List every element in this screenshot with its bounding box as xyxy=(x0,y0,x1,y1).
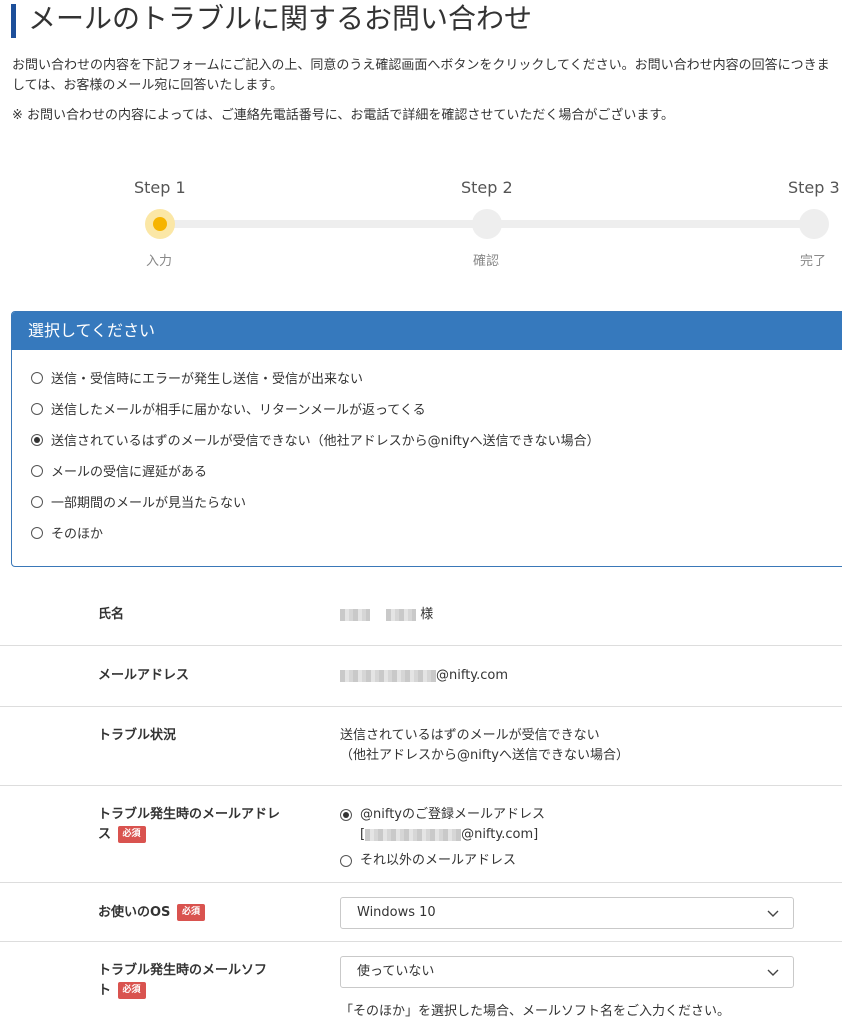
trouble-option[interactable]: そのほか xyxy=(12,517,842,548)
step-3-sub: 完了 xyxy=(800,254,827,269)
email-value: @nifty.com xyxy=(340,666,508,686)
redacted-email-user xyxy=(340,669,436,682)
radio-icon[interactable] xyxy=(31,495,43,508)
redacted-given-name xyxy=(386,608,417,621)
option-label: 送信されているはずのメールが受信できない（他社アドレスから@niftyへ送信でき… xyxy=(51,434,600,449)
radio-icon[interactable] xyxy=(31,464,43,477)
trouble-option-selected[interactable]: 送信されているはずのメールが受信できない（他社アドレスから@niftyへ送信でき… xyxy=(12,424,842,455)
address-option-other[interactable]: それ以外のメールアドレス xyxy=(340,851,545,871)
chevron-down-icon xyxy=(767,910,779,917)
trouble-address-options: @niftyのご登録メールアドレス [@nifty.com] それ以外のメールア… xyxy=(340,805,545,871)
mail-soft-select[interactable]: 使っていない xyxy=(340,956,794,988)
trouble-option[interactable]: 送信したメールが相手に届かない、リターンメールが返ってくる xyxy=(12,393,842,424)
option-label: 送信したメールが相手に届かない、リターンメールが返ってくる xyxy=(51,403,426,418)
trouble-option[interactable]: メールの受信に遅延がある xyxy=(12,455,842,486)
trouble-status-line2: （他社アドレスから@niftyへ送信できない場合） xyxy=(340,748,629,763)
step-1-dot xyxy=(145,209,175,239)
trouble-option[interactable]: 送信・受信時にエラーが発生し送信・受信が出来ない xyxy=(12,362,842,393)
form-row-os: お使いのOS 必須 Windows 10 xyxy=(0,883,842,942)
option-label: メールの受信に遅延がある xyxy=(51,465,208,480)
mail-soft-label: トラブル発生時のメールソフ ト 必須 xyxy=(98,963,268,999)
option-label: 一部期間のメールが見当たらない xyxy=(51,496,247,511)
email-domain: @nifty.com xyxy=(436,668,509,683)
trouble-address-label: トラブル発生時のメールアドレ ス 必須 xyxy=(98,807,281,843)
os-label: お使いのOS 必須 xyxy=(98,903,205,923)
radio-icon[interactable] xyxy=(340,855,352,867)
os-select[interactable]: Windows 10 xyxy=(340,897,794,929)
trouble-option[interactable]: 一部期間のメールが見当たらない xyxy=(12,486,842,517)
address-option-nifty[interactable]: @niftyのご登録メールアドレス xyxy=(340,805,545,825)
step-2-sub: 確認 xyxy=(473,254,500,269)
form-row-trouble-address: トラブル発生時のメールアドレ ス 必須 @niftyのご登録メールアドレス [@… xyxy=(0,786,842,883)
trouble-status-line1: 送信されているはずのメールが受信できない xyxy=(340,728,600,743)
trouble-type-panel: 選択してください 送信・受信時にエラーが発生し送信・受信が出来ない 送信したメー… xyxy=(11,311,842,567)
required-badge: 必須 xyxy=(176,904,205,921)
form-row-email: メールアドレス @nifty.com xyxy=(0,646,842,707)
name-suffix: 様 xyxy=(420,607,434,622)
option-label: 送信・受信時にエラーが発生し送信・受信が出来ない xyxy=(51,372,364,387)
radio-icon[interactable] xyxy=(31,402,43,415)
step-1-label: Step 1 xyxy=(134,178,186,197)
chevron-down-icon xyxy=(767,969,779,976)
name-label: 氏名 xyxy=(98,607,125,622)
radio-selected-icon[interactable] xyxy=(340,809,352,821)
radio-icon[interactable] xyxy=(31,526,43,539)
panel-header: 選択してください xyxy=(12,312,842,350)
redacted-surname xyxy=(340,608,370,621)
required-badge: 必須 xyxy=(117,826,146,843)
radio-icon[interactable] xyxy=(31,371,43,384)
step-1-sub: 入力 xyxy=(146,254,173,269)
step-3-dot xyxy=(799,209,829,239)
trouble-type-options: 送信・受信時にエラーが発生し送信・受信が出来ない 送信したメールが相手に届かない… xyxy=(12,350,842,548)
required-badge: 必須 xyxy=(117,982,146,999)
email-label: メールアドレス xyxy=(98,668,190,683)
registered-address: [@nifty.com] xyxy=(360,827,539,842)
form-row-name: 氏名 様 xyxy=(0,585,842,646)
step-3-label: Step 3 xyxy=(788,178,840,197)
name-value: 様 xyxy=(340,605,433,625)
step-2-label: Step 2 xyxy=(461,178,513,197)
trouble-status-label: トラブル状況 xyxy=(98,728,177,743)
step-2-dot xyxy=(472,209,502,239)
mail-soft-help: 「そのほか」を選択した場合、メールソフト名をご入力ください。 xyxy=(340,1004,731,1019)
redacted-registered-user xyxy=(365,828,462,841)
radio-selected-icon[interactable] xyxy=(31,433,43,446)
option-label: そのほか xyxy=(51,527,104,542)
progress-steps: Step 1 入力 Step 2 確認 Step 3 完了 xyxy=(0,0,842,280)
form-row-trouble-status: トラブル状況 送信されているはずのメールが受信できない （他社アドレスから@ni… xyxy=(0,707,842,786)
